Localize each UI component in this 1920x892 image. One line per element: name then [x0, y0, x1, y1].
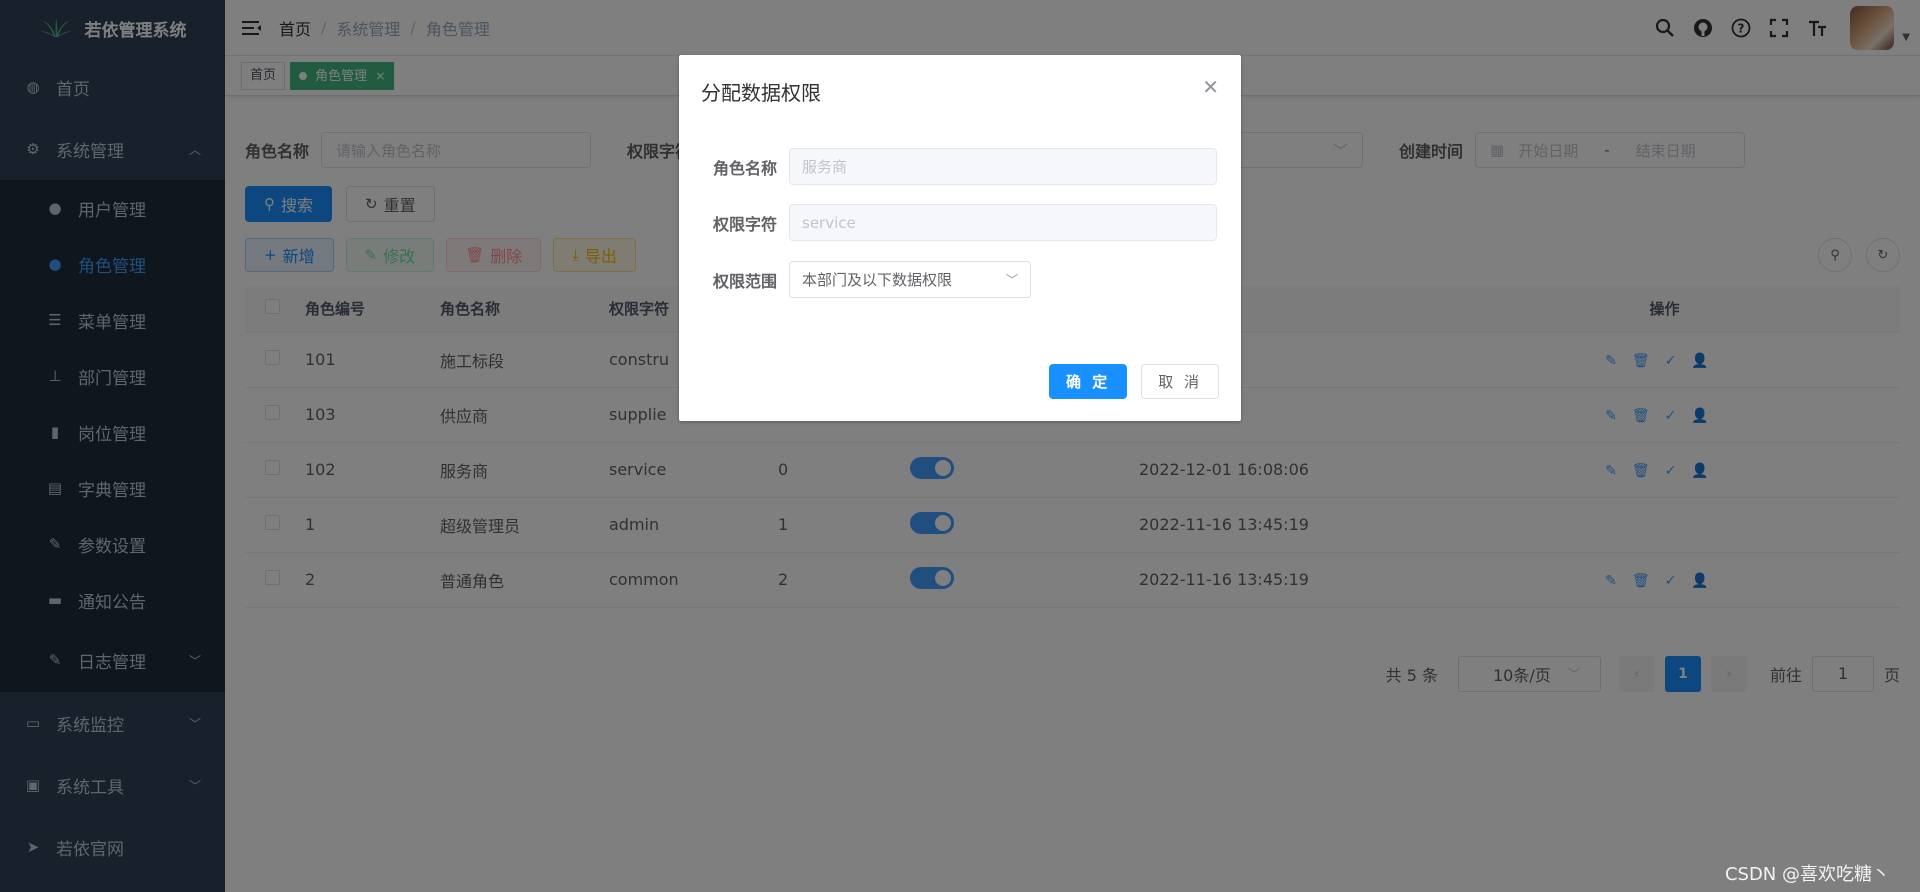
data-scope-value: 本部门及以下数据权限	[802, 271, 953, 289]
dialog-footer: 确 定 取 消	[1035, 364, 1219, 399]
chevron-down-icon: ﹀	[1005, 273, 1018, 287]
watermark: CSDN @喜欢吃糖丶	[1724, 864, 1890, 885]
data-scope-dialog: 分配数据权限 ✕ 角色名称 服务商 权限字符 service 权限范围 本部门及…	[679, 55, 1241, 421]
dialog-role-name-label: 角色名称	[712, 158, 777, 178]
dialog-role-key-row: 权限字符 service	[679, 204, 1217, 241]
dialog-role-name-field: 服务商	[789, 148, 1217, 185]
dialog-role-name-row: 角色名称 服务商	[679, 148, 1217, 185]
dialog-role-key-value: service	[802, 213, 856, 232]
cancel-button[interactable]: 取 消	[1141, 364, 1219, 399]
dialog-title: 分配数据权限	[701, 81, 821, 105]
dialog-role-key-label: 权限字符	[712, 214, 777, 234]
dialog-scope-label: 权限范围	[712, 271, 777, 291]
dialog-role-key-field: service	[789, 204, 1217, 241]
confirm-button[interactable]: 确 定	[1048, 364, 1128, 399]
data-scope-select[interactable]: 本部门及以下数据权限 ﹀	[789, 261, 1031, 298]
dialog-role-name-value: 服务商	[802, 158, 848, 176]
dialog-scope-row: 权限范围 本部门及以下数据权限 ﹀	[679, 261, 1031, 298]
close-icon[interactable]: ✕	[1202, 75, 1219, 99]
